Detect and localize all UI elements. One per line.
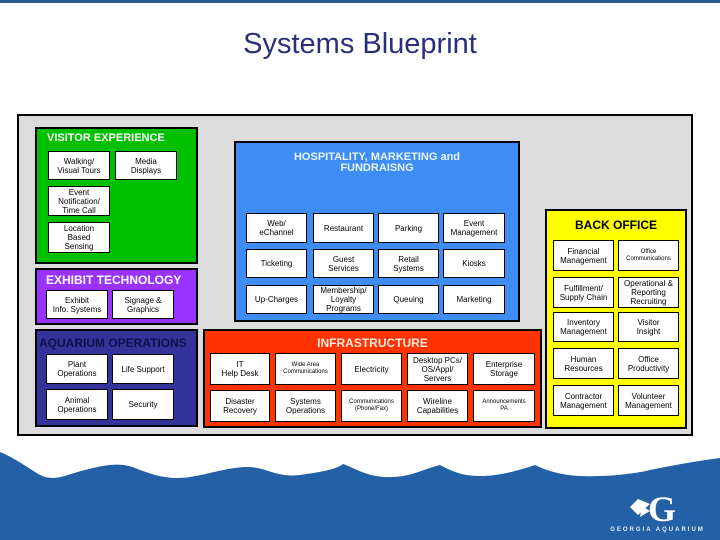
box-it-help-desk[interactable]: IT Help Desk	[210, 353, 270, 385]
logo-text: GEORGIA AQUARIUM	[610, 527, 705, 533]
box-membership-loyalty-programs[interactable]: Membership/ Loyalty Programs	[313, 285, 374, 314]
box-walking-visual-tours[interactable]: Walking/ Visual Tours	[48, 151, 110, 180]
box-desktop-pcs-os-servers[interactable]: Desktop PCs/ OS/Appl/ Servers	[407, 353, 468, 385]
box-electricity[interactable]: Electricity	[341, 353, 402, 385]
box-life-support[interactable]: Life Support	[112, 354, 174, 384]
box-web-echannel[interactable]: Web/ eChannel	[246, 213, 307, 243]
box-ticketing[interactable]: Ticketing	[246, 249, 307, 278]
page-title: Systems Blueprint	[243, 28, 477, 60]
panel-title-exhibit-technology: EXHIBIT TECHNOLOGY	[46, 273, 182, 287]
box-signage-graphics[interactable]: Signage & Graphics	[112, 290, 174, 319]
box-financial-management[interactable]: Financial Management	[553, 240, 614, 271]
box-contractor-management[interactable]: Contractor Management	[553, 385, 614, 416]
box-restaurant[interactable]: Restaurant	[313, 213, 374, 243]
box-exhibit-info-systems[interactable]: Exhibit Info. Systems	[46, 290, 108, 319]
top-accent-bar	[0, 0, 720, 3]
box-systems-operations[interactable]: Systems Operations	[275, 390, 336, 422]
box-plant-operations[interactable]: Plant Operations	[46, 354, 108, 384]
box-human-resources[interactable]: Human Resources	[553, 348, 614, 379]
box-event-management[interactable]: Event Management	[443, 213, 505, 243]
panel-title-aquarium-operations: AQUARIUM OPERATIONS	[39, 336, 187, 350]
box-marketing[interactable]: Marketing	[443, 285, 505, 314]
box-operational-reporting-recruiting[interactable]: Operational & Reporting Recruiting	[618, 277, 679, 308]
box-enterprise-storage[interactable]: Enterprise Storage	[473, 353, 535, 385]
box-announcements-pa[interactable]: Announcements PA	[473, 390, 535, 422]
fish-g-icon: G	[630, 489, 676, 529]
box-retail-systems[interactable]: Retail Systems	[378, 249, 439, 278]
box-media-displays[interactable]: Media Displays	[115, 151, 177, 180]
georgia-aquarium-logo: G GEORGIA AQUARIUM	[600, 487, 715, 537]
panel-title-visitor-experience: VISITOR EXPERIENCE	[47, 132, 165, 144]
box-event-notification[interactable]: Event Notification/ Time Call	[48, 186, 110, 216]
box-inventory-management[interactable]: Inventory Management	[553, 312, 614, 342]
box-volunteer-management[interactable]: Volunteer Management	[618, 385, 679, 416]
box-animal-operations[interactable]: Animal Operations	[46, 389, 108, 420]
box-location-based-sensing[interactable]: Location Based Sensing	[48, 222, 110, 253]
panel-title-hospitality: HOSPITALITY, MARKETING and FUNDRAISNG	[293, 151, 461, 174]
box-kiosks[interactable]: Kiosks	[443, 249, 505, 278]
box-disaster-recovery[interactable]: Disaster Recovery	[210, 390, 270, 422]
box-fulfillment-supply-chain[interactable]: Fulfillment/ Supply Chain	[553, 277, 614, 308]
panel-title-infrastructure: INFRASTRUCTURE	[317, 336, 428, 350]
box-security[interactable]: Security	[112, 389, 174, 420]
box-office-productivity[interactable]: Office Productivity	[618, 348, 679, 379]
box-guest-services[interactable]: Guest Services	[313, 249, 374, 278]
box-wide-area-communications[interactable]: Wide Area Communications	[275, 353, 336, 385]
box-wireline-capabilities[interactable]: Wireline Capabilities	[407, 390, 468, 422]
box-parking[interactable]: Parking	[378, 213, 439, 243]
panel-title-back-office: BACK OFFICE	[575, 218, 657, 232]
box-queuing[interactable]: Queuing	[378, 285, 439, 314]
box-communications-phone-fax[interactable]: Communications (Phone/Fax)	[341, 390, 402, 422]
box-up-charges[interactable]: Up-Charges	[246, 285, 307, 314]
logo-mark: G	[648, 489, 676, 527]
box-office-communications[interactable]: Office Communications	[618, 240, 679, 271]
box-visitor-insight[interactable]: Visitor Insight	[618, 312, 679, 342]
